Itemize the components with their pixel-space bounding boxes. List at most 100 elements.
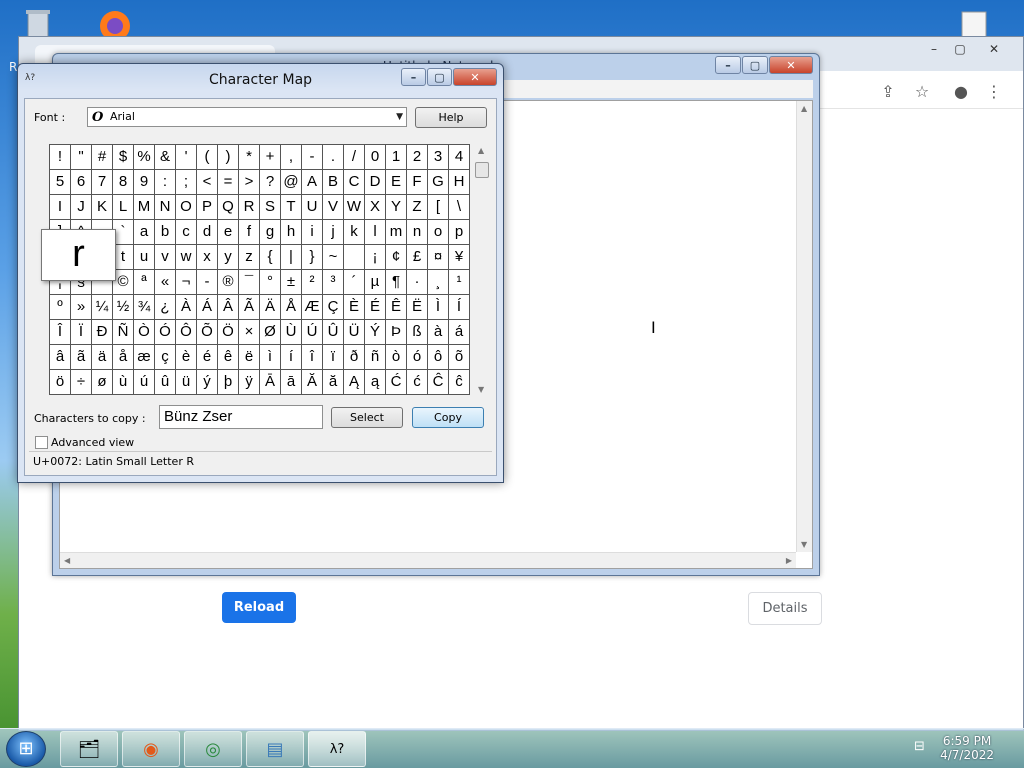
char-cell[interactable]: { [260,245,281,270]
char-cell[interactable]: Ë [407,295,428,320]
char-cell[interactable]: Ò [134,320,155,345]
char-cell[interactable]: \ [449,195,470,220]
scroll-up-icon[interactable]: ▲ [801,104,807,113]
char-cell[interactable]: þ [218,370,239,395]
char-cell[interactable]: " [71,145,92,170]
char-cell[interactable]: è [176,345,197,370]
char-cell[interactable]: ÿ [239,370,260,395]
char-cell[interactable]: Ć [386,370,407,395]
char-cell[interactable]: ï [323,345,344,370]
details-button[interactable]: Details [748,592,822,625]
char-cell[interactable]: o [428,220,449,245]
char-cell[interactable]: ² [302,270,323,295]
char-cell[interactable]: ¾ [134,295,155,320]
char-cell[interactable]: º [50,295,71,320]
char-cell[interactable]: ò [386,345,407,370]
char-cell[interactable]: m [386,220,407,245]
char-cell[interactable]: É [365,295,386,320]
char-cell[interactable]: g [260,220,281,245]
charmap-minimize-button[interactable]: – [401,68,426,86]
char-cell[interactable]: Ã [239,295,260,320]
char-cell[interactable]: Ü [344,320,365,345]
char-cell[interactable]: ã [71,345,92,370]
char-cell[interactable]: ` [113,220,134,245]
char-cell[interactable]: ú [134,370,155,395]
char-cell[interactable]: c [176,220,197,245]
char-cell[interactable]: Å [281,295,302,320]
char-cell[interactable]: 1 [386,145,407,170]
char-cell[interactable]: Á [197,295,218,320]
char-cell[interactable]: À [176,295,197,320]
char-cell[interactable]: Î [50,320,71,345]
char-cell[interactable]: 4 [449,145,470,170]
char-cell[interactable]: ( [197,145,218,170]
char-cell[interactable]: W [344,195,365,220]
char-cell[interactable]: ë [239,345,260,370]
char-cell[interactable]: B [323,170,344,195]
char-cell[interactable]: A [302,170,323,195]
charmap-taskbar-button[interactable]: λ? [308,731,366,767]
char-cell[interactable]: 6 [71,170,92,195]
chrome-taskbar-button[interactable]: ◎ [184,731,242,767]
char-cell[interactable]: ÷ [71,370,92,395]
char-cell[interactable]: ´ [344,270,365,295]
char-cell[interactable]: ê [218,345,239,370]
char-cell[interactable]: Ì [428,295,449,320]
char-cell[interactable]: K [92,195,113,220]
char-cell[interactable]: R [239,195,260,220]
char-cell[interactable]: Â [218,295,239,320]
notepad-maximize-button[interactable]: ▢ [742,56,768,74]
char-cell[interactable]: ~ [323,245,344,270]
char-cell[interactable]: D [365,170,386,195]
char-cell[interactable]: M [134,195,155,220]
char-cell[interactable]: * [239,145,260,170]
char-cell[interactable]: 5 [50,170,71,195]
char-cell[interactable]: È [344,295,365,320]
char-cell[interactable]: , [281,145,302,170]
char-cell[interactable]: T [281,195,302,220]
char-cell[interactable]: ä [92,345,113,370]
start-button[interactable]: ⊞ [6,731,46,767]
char-cell[interactable]: µ [365,270,386,295]
char-cell[interactable]: E [386,170,407,195]
char-cell[interactable]: G [428,170,449,195]
char-cell[interactable]: h [281,220,302,245]
grid-scroll-down-icon[interactable]: ▼ [478,385,484,394]
char-cell[interactable]: Z [407,195,428,220]
grid-scroll-up-icon[interactable]: ▲ [478,146,484,155]
char-cell[interactable]: Í [449,295,470,320]
char-cell[interactable]: e [218,220,239,245]
char-cell[interactable]: ! [50,145,71,170]
char-cell[interactable]: Ç [323,295,344,320]
char-cell[interactable]: ó [407,345,428,370]
advanced-view-checkbox[interactable] [35,436,48,449]
font-dropdown[interactable]: O Arial ▼ [87,107,407,127]
notepad-taskbar-button[interactable]: ▤ [246,731,304,767]
char-cell[interactable]: ¸ [428,270,449,295]
char-cell[interactable]: 0 [365,145,386,170]
char-cell[interactable]: f [239,220,260,245]
char-cell[interactable]: © [113,270,134,295]
char-cell[interactable]: Õ [197,320,218,345]
char-cell[interactable]: . [323,145,344,170]
char-cell[interactable]: Ä [260,295,281,320]
char-cell[interactable]: ³ [323,270,344,295]
chevron-down-icon[interactable]: ▼ [396,108,403,126]
char-cell[interactable]: X [365,195,386,220]
char-cell[interactable]: Ñ [113,320,134,345]
char-cell[interactable]: ü [176,370,197,395]
char-cell[interactable]: L [113,195,134,220]
charmap-close-button[interactable]: ✕ [453,68,497,86]
char-cell[interactable]: / [344,145,365,170]
char-cell[interactable]: Ô [176,320,197,345]
char-cell[interactable]: Þ [386,320,407,345]
char-cell[interactable]: Y [386,195,407,220]
system-clock[interactable]: 6:59 PM 4/7/2022 [940,734,994,762]
charmap-maximize-button[interactable]: ▢ [427,68,452,86]
char-cell[interactable]: n [407,220,428,245]
char-cell[interactable]: é [197,345,218,370]
notepad-minimize-button[interactable]: – [715,56,741,74]
char-cell[interactable]: à [428,320,449,345]
char-cell[interactable]: ă [323,370,344,395]
char-cell[interactable]: ô [428,345,449,370]
